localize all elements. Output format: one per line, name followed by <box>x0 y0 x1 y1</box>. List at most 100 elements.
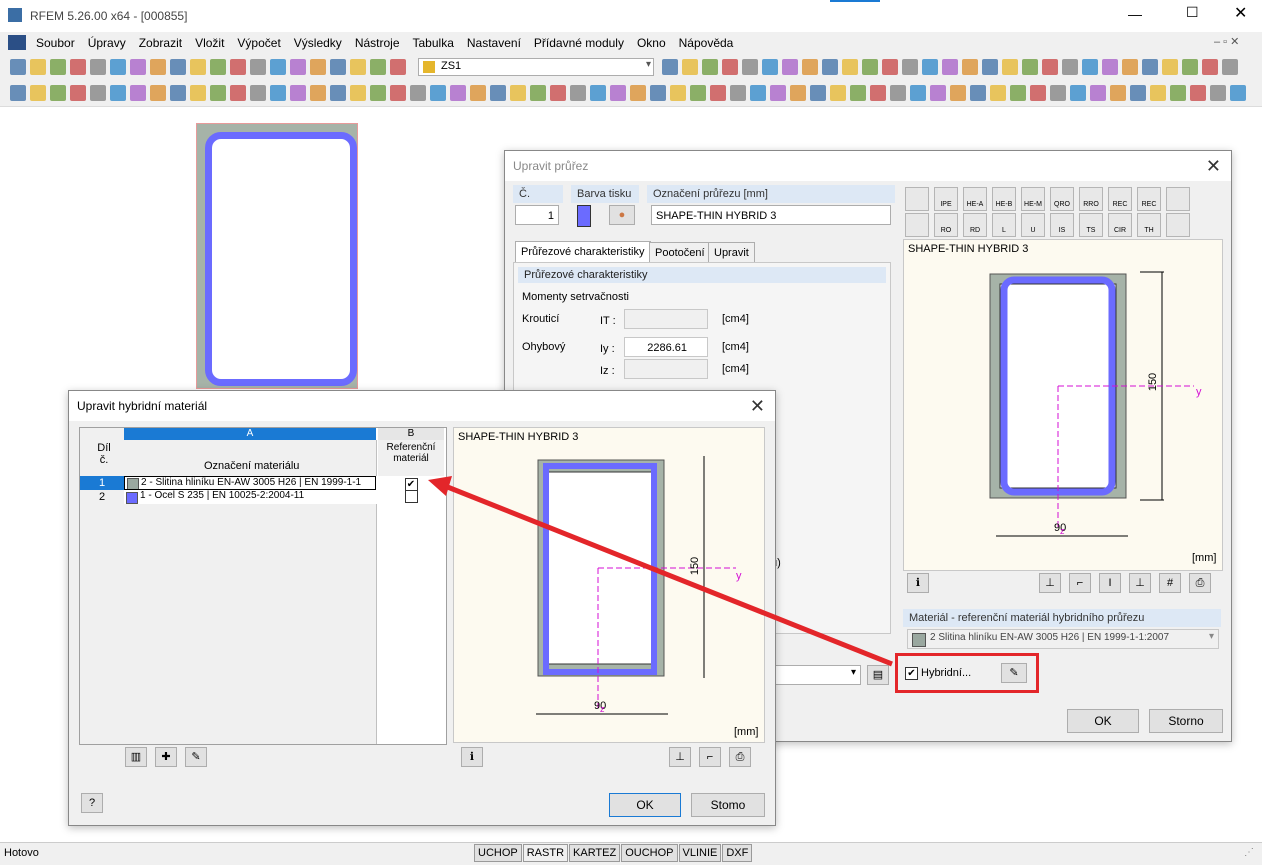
section-type-qro-button[interactable]: QRO <box>1050 187 1074 211</box>
status-toggle-dxf[interactable]: DXF <box>722 844 753 862</box>
model-tool-icon-17[interactable] <box>350 85 366 101</box>
model-tool-icon-21[interactable] <box>430 85 446 101</box>
model-tool-icon-8[interactable] <box>170 85 186 101</box>
view-tool-icon-17[interactable] <box>1002 59 1018 75</box>
view-tool-icon-26[interactable] <box>1182 59 1198 75</box>
section-type-he-a-button[interactable]: HE-A <box>963 187 987 211</box>
standard-tool-icon-18[interactable] <box>370 59 386 75</box>
model-tool-icon-58[interactable] <box>1170 85 1186 101</box>
model-tool-icon-31[interactable] <box>630 85 646 101</box>
close-icon[interactable]: ✕ <box>1206 151 1221 181</box>
library-button-0[interactable] <box>905 187 929 211</box>
material-select[interactable]: ▾ <box>765 665 861 685</box>
view-tool-icon-18[interactable] <box>1022 59 1038 75</box>
view-tool-icon-12[interactable] <box>902 59 918 75</box>
standard-tool-icon-2[interactable] <box>50 59 66 75</box>
row-2-ref-checkbox[interactable] <box>404 490 418 503</box>
section-type-l-button[interactable]: L <box>992 213 1016 237</box>
model-tool-icon-41[interactable] <box>830 85 846 101</box>
model-tool-icon-38[interactable] <box>770 85 786 101</box>
section-type-ts-button[interactable]: TS <box>1079 213 1103 237</box>
help-button[interactable]: ? <box>81 793 103 813</box>
menu-item-11[interactable]: Nápověda <box>679 36 734 50</box>
model-tool-icon-45[interactable] <box>910 85 926 101</box>
model-tool-icon-54[interactable] <box>1090 85 1106 101</box>
menu-item-6[interactable]: Nástroje <box>355 36 400 50</box>
model-tool-icon-22[interactable] <box>450 85 466 101</box>
standard-tool-icon-1[interactable] <box>30 59 46 75</box>
close-icon[interactable]: ✕ <box>1234 3 1247 23</box>
view-tool-icon-5[interactable] <box>762 59 778 75</box>
row-2-no[interactable]: 2 <box>80 490 124 504</box>
tab-rotation[interactable]: Pootočení <box>649 242 711 263</box>
view-tool-icon-4[interactable] <box>742 59 758 75</box>
row-1-no[interactable]: 1 <box>80 476 124 490</box>
model-tool-icon-52[interactable] <box>1050 85 1066 101</box>
standard-tool-icon-6[interactable] <box>130 59 146 75</box>
maximize-icon[interactable]: ☐ <box>1186 4 1199 21</box>
select-from-library-button[interactable]: ▥ <box>125 747 147 767</box>
model-tool-icon-51[interactable] <box>1030 85 1046 101</box>
hybrid-cancel-button[interactable]: Stomo <box>691 793 765 817</box>
model-tool-icon-27[interactable] <box>550 85 566 101</box>
view-tool-icon-6[interactable] <box>782 59 798 75</box>
status-toggle-kartez[interactable]: KARTEZ <box>569 844 621 862</box>
ok-button[interactable]: OK <box>1067 709 1139 733</box>
model-tool-icon-56[interactable] <box>1130 85 1146 101</box>
model-tool-icon-48[interactable] <box>970 85 986 101</box>
model-tool-icon-9[interactable] <box>190 85 206 101</box>
info-button[interactable]: ℹ <box>907 573 929 593</box>
model-tool-icon-53[interactable] <box>1070 85 1086 101</box>
model-tool-icon-23[interactable] <box>470 85 486 101</box>
standard-tool-icon-10[interactable] <box>210 59 226 75</box>
section-type-ipe-button[interactable]: IPE <box>934 187 958 211</box>
view-tool-icon-10[interactable] <box>862 59 878 75</box>
model-tool-icon-35[interactable] <box>710 85 726 101</box>
menu-item-10[interactable]: Okno <box>637 36 666 50</box>
hybrid-edit-button[interactable]: ✎ <box>1001 663 1027 683</box>
section-type-rro-button[interactable]: RRO <box>1079 187 1103 211</box>
tab-properties[interactable]: Průřezové charakteristiky <box>515 241 651 262</box>
view-tool-icon-19[interactable] <box>1042 59 1058 75</box>
menu-item-1[interactable]: Úpravy <box>88 36 126 50</box>
model-tool-icon-32[interactable] <box>650 85 666 101</box>
menu-item-0[interactable]: Soubor <box>36 36 75 50</box>
model-tool-icon-7[interactable] <box>150 85 166 101</box>
model-tool-icon-29[interactable] <box>590 85 606 101</box>
model-tool-icon-25[interactable] <box>510 85 526 101</box>
view-tool-icon-13[interactable] <box>922 59 938 75</box>
section-type-u-button[interactable]: U <box>1021 213 1045 237</box>
status-toggle-ouchop[interactable]: OUCHOP <box>621 844 678 862</box>
standard-tool-icon-0[interactable] <box>10 59 26 75</box>
model-tool-icon-33[interactable] <box>670 85 686 101</box>
menu-item-3[interactable]: Vložit <box>195 36 224 50</box>
model-tool-icon-3[interactable] <box>70 85 86 101</box>
more-button-1[interactable] <box>1166 213 1190 237</box>
section-type-he-m-button[interactable]: HE-M <box>1021 187 1045 211</box>
more-button-0[interactable] <box>1166 187 1190 211</box>
model-tool-icon-42[interactable] <box>850 85 866 101</box>
standard-tool-icon-19[interactable] <box>390 59 406 75</box>
view-tool-icon-15[interactable] <box>962 59 978 75</box>
model-tool-icon-57[interactable] <box>1150 85 1166 101</box>
view-tool-icon-27[interactable] <box>1202 59 1218 75</box>
model-tool-icon-40[interactable] <box>810 85 826 101</box>
menu-item-4[interactable]: Výpočet <box>237 36 280 50</box>
section-type-ro-button[interactable]: RO <box>934 213 958 237</box>
standard-tool-icon-15[interactable] <box>310 59 326 75</box>
model-tool-icon-6[interactable] <box>130 85 146 101</box>
row-2-ref[interactable] <box>378 490 444 504</box>
section-type-is-button[interactable]: IS <box>1050 213 1074 237</box>
model-tool-icon-0[interactable] <box>10 85 26 101</box>
status-toggle-uchop[interactable]: UCHOP <box>474 844 522 862</box>
model-tool-icon-13[interactable] <box>270 85 286 101</box>
standard-tool-icon-9[interactable] <box>190 59 206 75</box>
model-tool-icon-26[interactable] <box>530 85 546 101</box>
view-tool-icon-25[interactable] <box>1162 59 1178 75</box>
show-dimensions-button[interactable]: ⊥ <box>669 747 691 767</box>
section-type-rd-button[interactable]: RD <box>963 213 987 237</box>
view-tool-icon-22[interactable] <box>1102 59 1118 75</box>
close-icon[interactable]: ✕ <box>750 391 765 421</box>
model-tool-icon-10[interactable] <box>210 85 226 101</box>
model-tool-icon-11[interactable] <box>230 85 246 101</box>
